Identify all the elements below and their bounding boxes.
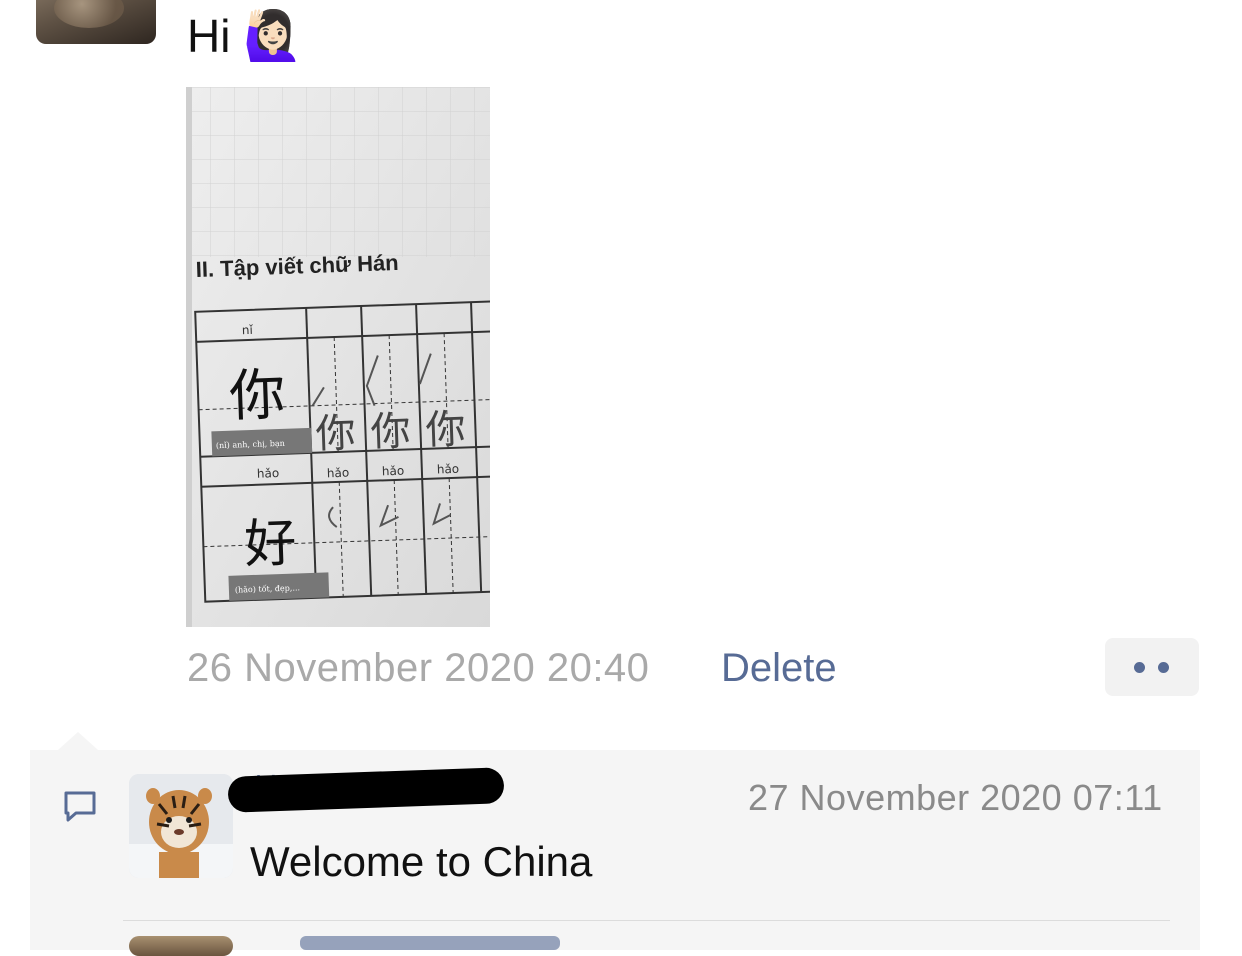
photo-pinyin-ni: nǐ [242, 323, 254, 337]
raising-hand-emoji: 🙋🏻‍♀️ [243, 10, 303, 63]
poster-avatar[interactable] [36, 0, 156, 44]
next-commenter-name[interactable] [300, 936, 560, 950]
comment-timestamp: 27 November 2020 07:11 [748, 777, 1163, 818]
commenter-avatar[interactable] [129, 774, 233, 878]
comment-icon [64, 791, 96, 822]
photo-char-hao: 好 [243, 513, 297, 575]
comment-text[interactable]: Welcome to China [250, 836, 592, 888]
svg-text:hǎo: hǎo [382, 464, 405, 479]
panel-pointer [58, 732, 98, 750]
svg-text:你: 你 [370, 408, 412, 455]
svg-text:你: 你 [315, 410, 357, 457]
comment-divider [123, 920, 1170, 921]
post-timestamp: 26 November 2020 20:40 [187, 646, 650, 690]
next-commenter-avatar[interactable] [129, 936, 233, 956]
post-text-label: Hi [187, 10, 231, 62]
photo-pinyin-hao: hǎo [257, 466, 280, 481]
more-button[interactable] [1105, 638, 1199, 696]
photo-char-ni: 你 [228, 363, 286, 430]
more-dots-icon [1158, 662, 1169, 673]
more-dots-icon [1134, 662, 1145, 673]
svg-text:你: 你 [425, 406, 467, 453]
svg-text:hǎo: hǎo [327, 466, 350, 481]
delete-button[interactable]: Delete [721, 640, 837, 696]
post-photo[interactable]: II. Tập viết chữ Hán nǐ hǎo 你 好 (nǐ) anh… [186, 87, 490, 627]
post-text: Hi 🙋🏻‍♀️ [187, 4, 303, 69]
svg-text:hǎo: hǎo [437, 462, 460, 477]
